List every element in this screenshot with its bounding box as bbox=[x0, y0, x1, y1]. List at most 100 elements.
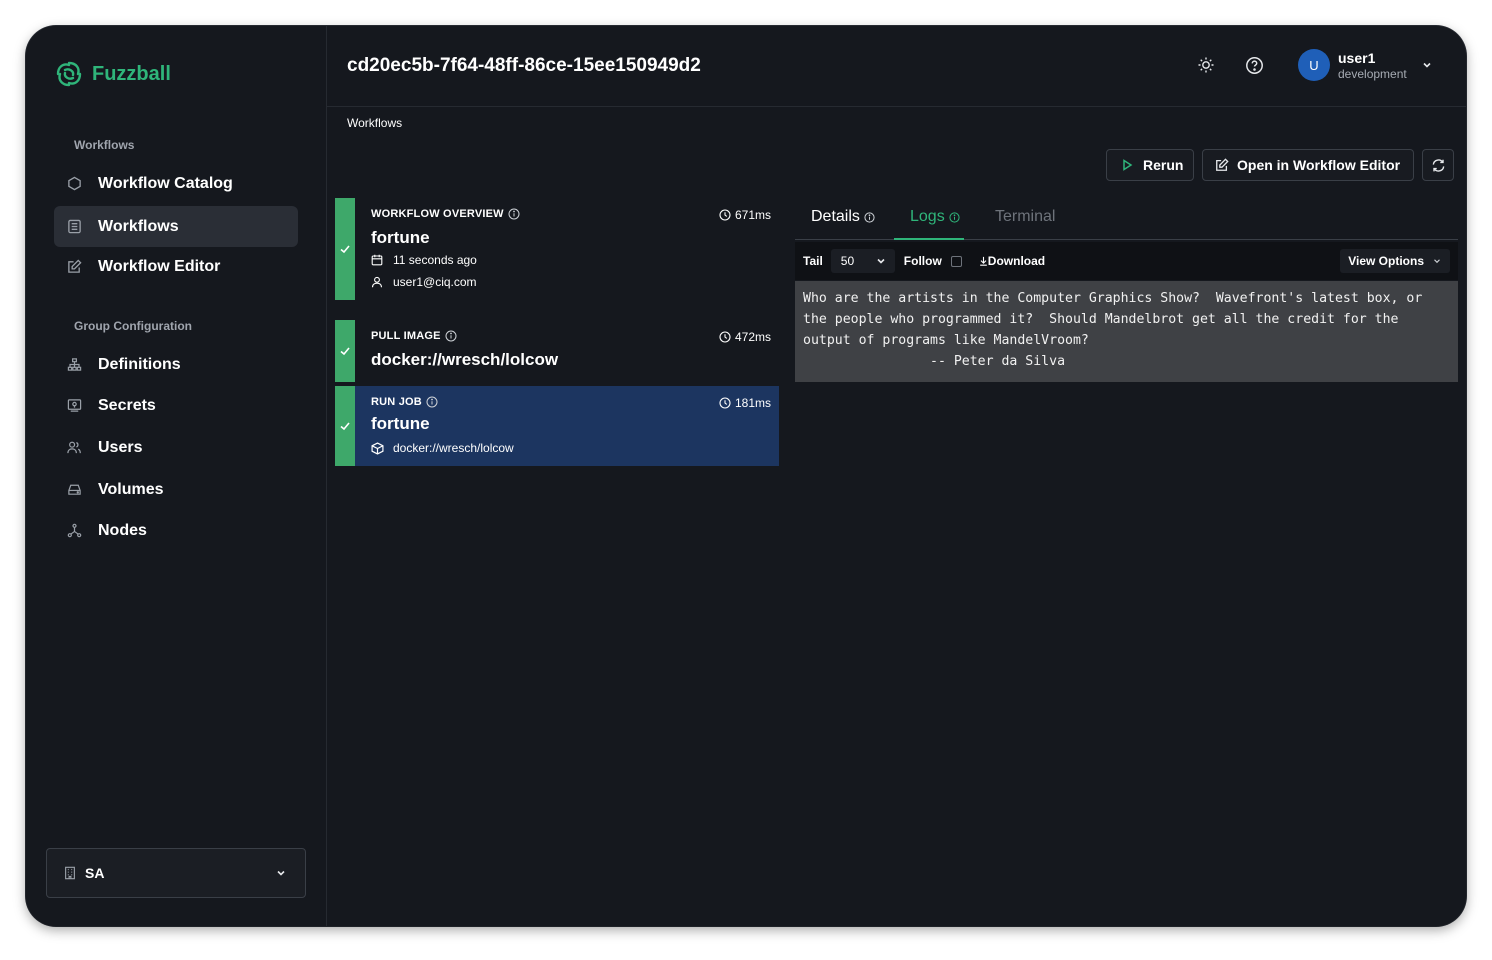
log-output[interactable]: Who are the artists in the Computer Grap… bbox=[795, 281, 1458, 382]
stage-duration: 671ms bbox=[719, 208, 771, 222]
sidebar-item-workflows[interactable]: Workflows bbox=[54, 206, 298, 247]
nodes-icon bbox=[66, 523, 82, 539]
refresh-icon bbox=[1432, 158, 1444, 172]
sitemap-icon bbox=[66, 357, 82, 373]
view-options-label: View Options bbox=[1348, 254, 1424, 268]
download-label: Download bbox=[987, 254, 1046, 268]
stage-time-text: 11 seconds ago bbox=[393, 253, 477, 267]
stage-label: PULL IMAGE bbox=[371, 330, 457, 342]
tab-logs[interactable]: Logs bbox=[894, 208, 964, 240]
stage-card-workflow-overview[interactable]: WORKFLOW OVERVIEW 671ms fortune 11 secon… bbox=[335, 198, 779, 300]
help-button[interactable] bbox=[1243, 54, 1265, 76]
sidebar-item-workflow-editor[interactable]: Workflow Editor bbox=[54, 246, 298, 287]
stage-card-pull-image[interactable]: PULL IMAGE 472ms docker://wresch/lolcow bbox=[335, 320, 779, 382]
stage-duration-text: 181ms bbox=[734, 396, 771, 410]
list-icon bbox=[66, 219, 82, 235]
organization-select[interactable]: SA bbox=[46, 848, 306, 898]
download-button[interactable]: Download bbox=[979, 254, 1045, 268]
section-title-group-configuration: Group Configuration bbox=[74, 319, 192, 333]
open-editor-label: Open in Workflow Editor bbox=[1237, 157, 1401, 173]
check-icon bbox=[340, 245, 350, 254]
edit-icon bbox=[1215, 158, 1229, 172]
info-icon bbox=[949, 212, 960, 223]
tab-label: Terminal bbox=[995, 208, 1056, 225]
info-icon[interactable] bbox=[426, 396, 438, 408]
user-name[interactable]: user1 bbox=[1338, 50, 1375, 66]
info-icon[interactable] bbox=[508, 208, 520, 220]
sidebar: Fuzzball Workflows Workflow Catalog Work… bbox=[26, 26, 327, 926]
tail-select-value: 50 bbox=[840, 254, 855, 268]
stage-duration-text: 472ms bbox=[734, 330, 771, 344]
clock-icon bbox=[719, 209, 731, 221]
stage-duration-text: 671ms bbox=[734, 208, 771, 222]
stage-label-text: PULL IMAGE bbox=[371, 330, 441, 342]
package-icon bbox=[371, 441, 385, 455]
sidebar-item-users[interactable]: Users bbox=[54, 427, 298, 468]
help-circle-icon bbox=[1245, 56, 1263, 74]
rerun-button[interactable]: Rerun bbox=[1106, 149, 1194, 181]
page-title: cd20ec5b-7f64-48ff-86ce-15ee150949d2 bbox=[347, 55, 701, 76]
stage-card-run-job[interactable]: RUN JOB 181ms fortune docker://wresch/lo… bbox=[335, 386, 779, 466]
fuzzball-logo-icon bbox=[56, 61, 82, 87]
chevron-down-icon bbox=[275, 867, 287, 879]
section-title-workflows: Workflows bbox=[74, 138, 135, 152]
open-in-workflow-editor-button[interactable]: Open in Workflow Editor bbox=[1202, 149, 1414, 181]
user-menu-chevron-down-icon[interactable] bbox=[1421, 59, 1433, 71]
status-bar bbox=[335, 198, 355, 300]
stage-user: user1@ciq.com bbox=[371, 275, 477, 289]
calendar-icon bbox=[371, 254, 385, 266]
follow-checkbox[interactable] bbox=[950, 255, 962, 267]
stage-user-text: user1@ciq.com bbox=[393, 275, 477, 289]
tab-details[interactable]: Details bbox=[811, 208, 875, 226]
sidebar-item-label: Secrets bbox=[98, 396, 156, 414]
play-icon bbox=[1121, 159, 1133, 171]
stage-label-text: WORKFLOW OVERVIEW bbox=[371, 208, 504, 220]
key-box-icon bbox=[66, 398, 82, 414]
edit-icon bbox=[66, 259, 82, 275]
app-logo[interactable]: Fuzzball bbox=[54, 59, 171, 89]
stage-duration: 181ms bbox=[719, 396, 771, 410]
app-window: Fuzzball Workflows Workflow Catalog Work… bbox=[26, 26, 1466, 926]
stage-image-text: docker://wresch/lolcow bbox=[393, 441, 514, 455]
app-name: Fuzzball bbox=[92, 62, 171, 85]
stage-label-text: RUN JOB bbox=[371, 396, 422, 408]
lightbulb-icon bbox=[1198, 57, 1214, 73]
user-environment: development bbox=[1338, 67, 1407, 81]
organization-select-value: SA bbox=[85, 865, 105, 881]
view-options-button[interactable]: View Options bbox=[1340, 249, 1450, 273]
tab-terminal[interactable]: Terminal bbox=[995, 208, 1055, 226]
sidebar-item-label: Definitions bbox=[98, 355, 181, 373]
stage-title: fortune bbox=[371, 414, 430, 433]
stage-image: docker://wresch/lolcow bbox=[371, 441, 514, 455]
clock-icon bbox=[719, 397, 731, 409]
sidebar-item-nodes[interactable]: Nodes bbox=[54, 510, 298, 551]
main-content: cd20ec5b-7f64-48ff-86ce-15ee150949d2 U u… bbox=[327, 26, 1466, 926]
building-icon bbox=[63, 866, 77, 880]
status-bar bbox=[335, 320, 355, 382]
follow-label: Follow bbox=[903, 254, 942, 268]
refresh-button[interactable] bbox=[1422, 149, 1454, 181]
sidebar-item-definitions[interactable]: Definitions bbox=[54, 344, 298, 385]
status-bar bbox=[335, 386, 355, 466]
tail-select[interactable]: 50 bbox=[830, 249, 895, 273]
avatar[interactable]: U bbox=[1298, 49, 1330, 81]
sidebar-item-workflow-catalog[interactable]: Workflow Catalog bbox=[54, 163, 298, 204]
check-icon bbox=[340, 347, 350, 356]
user-icon bbox=[371, 276, 385, 288]
download-icon bbox=[979, 256, 987, 266]
sidebar-item-label: Nodes bbox=[98, 521, 147, 539]
sidebar-item-secrets[interactable]: Secrets bbox=[54, 385, 298, 426]
chevron-down-icon bbox=[1434, 259, 1440, 264]
sidebar-item-label: Workflow Editor bbox=[98, 257, 221, 275]
rerun-label: Rerun bbox=[1143, 157, 1184, 173]
stage-time: 11 seconds ago bbox=[371, 253, 477, 267]
info-icon[interactable] bbox=[445, 330, 457, 342]
check-icon bbox=[340, 422, 350, 431]
stage-label: RUN JOB bbox=[371, 396, 438, 408]
tail-label: Tail bbox=[803, 254, 823, 268]
stage-title: docker://wresch/lolcow bbox=[371, 350, 559, 369]
breadcrumb[interactable]: Workflows bbox=[347, 116, 402, 130]
info-icon bbox=[864, 211, 875, 223]
theme-toggle-button[interactable] bbox=[1195, 54, 1217, 76]
sidebar-item-volumes[interactable]: Volumes bbox=[54, 469, 298, 510]
